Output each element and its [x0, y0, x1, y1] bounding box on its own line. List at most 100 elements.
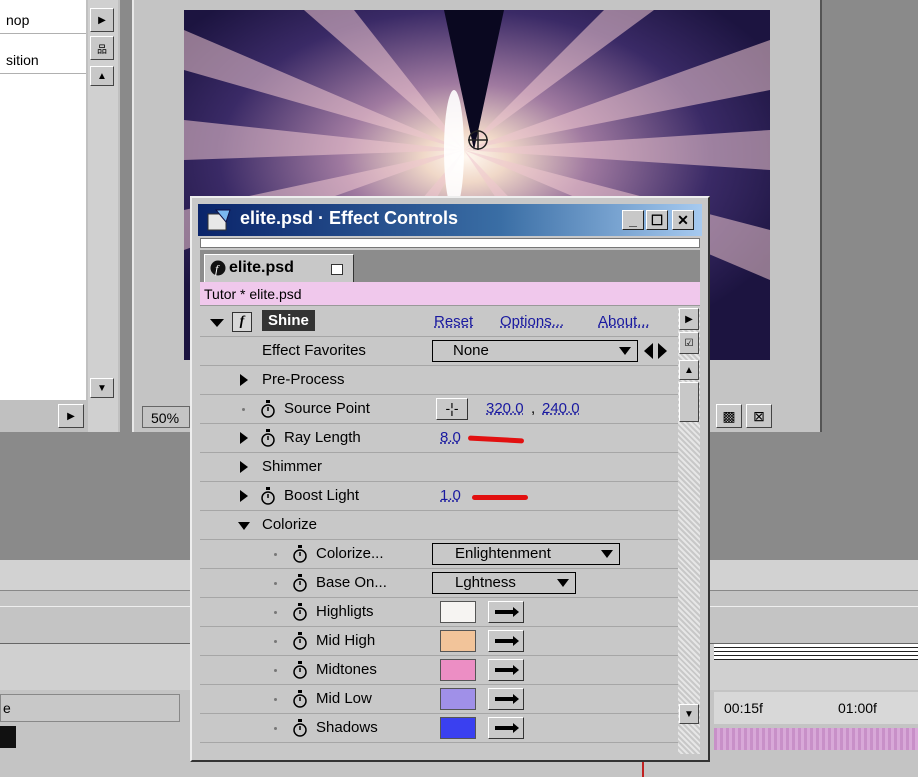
window-title: elite.psd · Effect Controls	[240, 208, 459, 228]
effect-parameter-list: f Shine Reset Options... About... Effect…	[200, 308, 678, 754]
close-button[interactable]: ✕	[672, 210, 694, 230]
project-scrollbar[interactable]: ▶ 品 ▲ ▼	[88, 0, 118, 432]
stopwatch-icon[interactable]	[292, 574, 308, 592]
param-color-mid-high: Mid High	[200, 627, 678, 656]
source-point-x[interactable]: 320.0	[486, 400, 524, 417]
annotation-mark	[472, 495, 528, 500]
layer-duration-bar[interactable]	[714, 728, 918, 750]
effect-tab-icon: f	[210, 260, 226, 276]
stopwatch-icon[interactable]	[260, 429, 276, 447]
options-link[interactable]: Options...	[500, 313, 564, 330]
effect-controls-scrollbar[interactable]: ▶ ☑ ▲ ▼	[678, 308, 700, 754]
boost-light-value[interactable]: 1.0	[440, 487, 461, 504]
eyedropper-icon[interactable]	[488, 717, 524, 739]
tab-elite-psd[interactable]: f elite.psd	[204, 254, 354, 282]
breadcrumb: Tutor * elite.psd	[200, 282, 700, 306]
time-ruler[interactable]: 00:15f 01:00f	[714, 692, 918, 724]
time-navigator[interactable]	[714, 644, 918, 660]
favorites-dropdown[interactable]: None	[432, 340, 638, 362]
color-swatch[interactable]	[440, 601, 476, 623]
eyedropper-icon[interactable]	[488, 659, 524, 681]
favorites-value: None	[453, 342, 489, 359]
favorites-label: Effect Favorites	[262, 342, 366, 359]
options-icon[interactable]: ☑	[679, 332, 699, 354]
expand-icon[interactable]	[240, 490, 248, 502]
checkerboard-icon[interactable]: ▩	[716, 404, 742, 428]
project-item[interactable]: nop	[0, 6, 86, 34]
prev-favorite-icon[interactable]	[644, 343, 653, 359]
project-item[interactable]: sition	[0, 46, 86, 74]
effect-row-shine: f Shine Reset Options... About...	[200, 308, 678, 337]
crosshair-icon[interactable]: -¦-	[436, 398, 468, 420]
eyedropper-icon[interactable]	[488, 601, 524, 623]
param-boost-light: Boost Light 1.0	[200, 482, 678, 511]
bullet-icon	[274, 582, 277, 585]
base-on-dropdown[interactable]: Lghtness	[432, 572, 576, 594]
timecode-label: 01:00f	[838, 700, 877, 716]
effect-favorites-row: Effect Favorites None	[200, 337, 678, 366]
expand-icon[interactable]	[240, 374, 248, 386]
panel-menu-arrow-icon[interactable]: ▶	[679, 308, 699, 330]
scroll-thumb[interactable]	[679, 382, 699, 422]
stopwatch-icon[interactable]	[260, 400, 276, 418]
param-colorize: Colorize... Enlightenment	[200, 540, 678, 569]
colorize-dropdown[interactable]: Enlightenment	[432, 543, 620, 565]
stopwatch-icon[interactable]	[292, 603, 308, 621]
tab-row: f elite.psd	[200, 250, 700, 282]
eyedropper-icon[interactable]	[488, 688, 524, 710]
about-link[interactable]: About...	[598, 313, 650, 330]
color-swatch[interactable]	[440, 717, 476, 739]
expand-icon[interactable]	[240, 432, 248, 444]
zoom-level[interactable]: 50%	[142, 406, 190, 428]
scroll-up-icon[interactable]: ▲	[679, 360, 699, 380]
param-label: Midtones	[316, 661, 377, 678]
stopwatch-icon[interactable]	[292, 632, 308, 650]
param-group-shimmer[interactable]: Shimmer	[200, 453, 678, 482]
source-point-y[interactable]: 240.0	[542, 400, 580, 417]
bullet-icon	[274, 611, 277, 614]
scroll-down-icon[interactable]: ▼	[90, 378, 114, 398]
maximize-button[interactable]: ☐	[646, 210, 668, 230]
bullet-icon	[274, 727, 277, 730]
param-label: Ray Length	[284, 429, 361, 446]
bullet-icon	[274, 640, 277, 643]
scroll-up-icon[interactable]: ▲	[90, 66, 114, 86]
minimize-button[interactable]: _	[622, 210, 644, 230]
bullet-icon	[274, 553, 277, 556]
stopwatch-icon[interactable]	[260, 487, 276, 505]
stopwatch-icon[interactable]	[292, 690, 308, 708]
hierarchy-icon[interactable]: 品	[90, 36, 114, 60]
stopwatch-icon[interactable]	[292, 545, 308, 563]
panel-menu-arrow-icon[interactable]: ▶	[90, 8, 114, 32]
tab-menu-icon[interactable]	[331, 264, 343, 275]
title-bar[interactable]: elite.psd · Effect Controls _ ☐ ✕	[198, 204, 702, 236]
colorize-value: Enlightenment	[455, 545, 551, 562]
eyedropper-icon[interactable]	[488, 630, 524, 652]
color-swatch[interactable]	[440, 659, 476, 681]
mask-icon[interactable]: ⊠	[746, 404, 772, 428]
color-swatch[interactable]	[440, 688, 476, 710]
reset-link[interactable]: Reset	[434, 313, 473, 330]
ray-length-value[interactable]: 8.0	[440, 429, 461, 446]
expand-icon[interactable]	[240, 461, 248, 473]
param-label: Mid High	[316, 632, 376, 649]
stopwatch-icon[interactable]	[292, 661, 308, 679]
next-favorite-icon[interactable]	[658, 343, 667, 359]
chevron-down-icon	[557, 579, 569, 587]
param-group-colorize[interactable]: Colorize	[200, 511, 678, 540]
param-color-mid-low: Mid Low	[200, 685, 678, 714]
collapse-icon[interactable]	[210, 319, 224, 327]
project-panel: nop sition ▶ 品 ▲ ▼ ▶	[0, 0, 120, 432]
scroll-down-icon[interactable]: ▼	[679, 704, 699, 724]
color-swatch[interactable]	[440, 630, 476, 652]
stopwatch-icon[interactable]	[292, 719, 308, 737]
effect-name[interactable]: Shine	[262, 310, 315, 331]
layer-switch[interactable]	[0, 726, 16, 748]
param-label: Source Point	[284, 400, 370, 417]
collapse-icon[interactable]	[238, 522, 250, 530]
scroll-right-icon[interactable]: ▶	[58, 404, 84, 428]
value-separator: ,	[531, 400, 536, 417]
annotation-mark	[467, 435, 525, 444]
fx-toggle[interactable]: f	[232, 312, 252, 332]
param-group-pre-process[interactable]: Pre-Process	[200, 366, 678, 395]
